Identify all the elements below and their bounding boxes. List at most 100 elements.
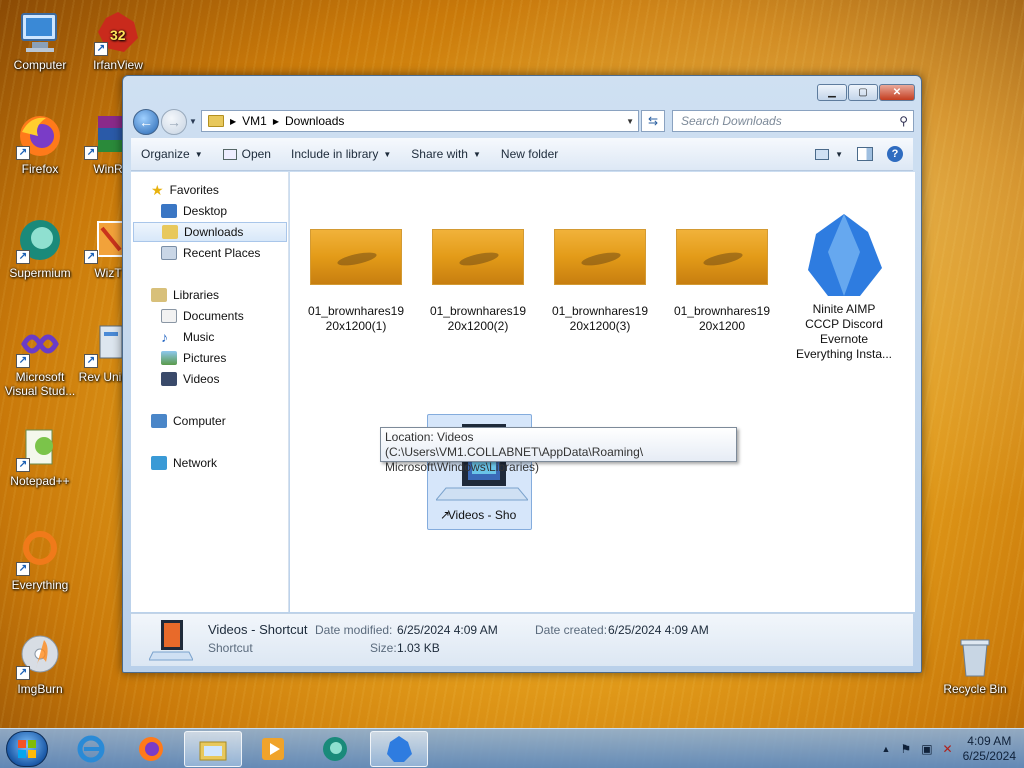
search-placeholder: Search Downloads <box>681 114 782 128</box>
file-item[interactable]: 01_brownhares19 20x1200(1) <box>304 214 408 334</box>
action-center-flag-icon[interactable]: ⚑ <box>900 742 911 756</box>
date-created-value: 6/25/2024 4:09 AM <box>608 623 709 637</box>
start-button[interactable] <box>6 731 48 767</box>
network-icon[interactable]: ▣ <box>921 742 932 756</box>
breadcrumb-vm1[interactable]: VM1 <box>242 114 267 128</box>
clock[interactable]: 4:09 AM 6/25/2024 <box>963 734 1016 764</box>
nav-music[interactable]: ♪ Music <box>161 327 214 347</box>
desktop-icon-imgburn[interactable]: ↗ ImgBurn <box>0 632 80 696</box>
desktop-icon-recycle-bin[interactable]: Recycle Bin <box>935 632 1015 696</box>
shortcut-arrow-icon: ↗ <box>84 354 98 368</box>
image-thumbnail <box>676 229 768 285</box>
taskbar-internet-explorer[interactable] <box>62 731 120 767</box>
navigation-bar: ← → ▼ ▶ VM1 ▶ Downloads ▼ ⇆ Search Downl… <box>131 107 914 135</box>
details-pane: Videos - Shortcut Shortcut Date modified… <box>131 613 913 666</box>
desktop-icon-computer[interactable]: Computer <box>0 8 80 72</box>
file-item[interactable]: 01_brownhares19 20x1200(2) <box>426 214 530 334</box>
image-thumbnail <box>554 229 646 285</box>
nav-videos[interactable]: Videos <box>161 369 219 389</box>
taskbar: ▲ ⚑ ▣ ✕ 4:09 AM 6/25/2024 <box>0 728 1024 768</box>
documents-icon <box>161 309 177 323</box>
breadcrumb-separator-icon[interactable]: ▶ <box>230 117 236 126</box>
window-controls: ▁ ▢ ✕ <box>817 84 915 101</box>
nav-desktop[interactable]: Desktop <box>161 201 227 221</box>
windows-logo-icon <box>18 740 36 758</box>
size-label: Size: <box>370 641 397 655</box>
show-hidden-icons-button[interactable]: ▲ <box>882 744 891 754</box>
shortcut-arrow-icon: ↗ <box>16 354 30 368</box>
file-item[interactable]: 01_brownhares19 20x1200 <box>670 214 774 334</box>
desktop-icon-firefox[interactable]: ↗ Firefox <box>0 112 80 176</box>
breadcrumb-separator-icon[interactable]: ▶ <box>273 117 279 126</box>
pictures-icon <box>161 351 177 365</box>
shortcut-arrow-icon: ↗ <box>84 250 98 264</box>
imgburn-icon: ↗ <box>16 632 64 680</box>
close-button[interactable]: ✕ <box>879 84 915 101</box>
view-dropdown-icon[interactable]: ▼ <box>835 150 843 159</box>
shortcut-arrow-icon: ↗ <box>16 562 30 576</box>
open-icon <box>222 148 237 160</box>
search-icon[interactable]: ⚲ <box>899 111 908 131</box>
date-modified-value: 6/25/2024 4:09 AM <box>397 623 498 637</box>
maximize-button[interactable]: ▢ <box>848 84 878 101</box>
nav-recent-places[interactable]: Recent Places <box>161 243 260 263</box>
refresh-button[interactable]: ⇆ <box>641 110 665 132</box>
nav-downloads[interactable]: Downloads <box>133 222 287 242</box>
recent-places-icon <box>161 246 177 260</box>
minimize-button[interactable]: ▁ <box>817 84 847 101</box>
taskbar-media-player[interactable] <box>244 731 302 767</box>
desktop-icon-supermium[interactable]: ↗ Supermium <box>0 216 80 280</box>
taskbar-windows-explorer[interactable] <box>184 731 242 767</box>
explorer-window[interactable]: ▁ ▢ ✕ ← → ▼ ▶ VM1 ▶ Downloads ▼ ⇆ Search… <box>122 75 922 673</box>
share-with-button[interactable]: Share with ▼ <box>401 147 491 161</box>
file-list[interactable]: 01_brownhares19 20x1200(1) 01_brownhares… <box>290 172 915 612</box>
open-button[interactable]: Open <box>213 147 281 161</box>
search-input[interactable]: Search Downloads ⚲ <box>672 110 914 132</box>
desktop-icon-everything[interactable]: ↗ Everything <box>0 528 80 592</box>
taskbar-firefox[interactable] <box>122 731 180 767</box>
nav-libraries[interactable]: Libraries <box>151 285 219 305</box>
preview-pane-icon[interactable] <box>857 147 873 161</box>
back-button[interactable]: ← <box>133 109 159 135</box>
change-view-icon[interactable] <box>815 148 830 160</box>
nav-pictures[interactable]: Pictures <box>161 348 226 368</box>
organize-button[interactable]: Organize ▼ <box>131 147 213 161</box>
taskbar-ninite[interactable] <box>370 731 428 767</box>
network-icon <box>151 456 167 470</box>
help-icon[interactable]: ? <box>887 146 903 162</box>
address-bar[interactable]: ▶ VM1 ▶ Downloads ▼ <box>201 110 639 132</box>
internet-explorer-icon <box>77 735 105 763</box>
details-file-name: Videos - Shortcut <box>208 622 308 637</box>
desktop-icon-irfanview[interactable]: 32 ↗ IrfanView <box>78 8 158 72</box>
desktop-icon-visual-studio[interactable]: ↗ Microsoft Visual Stud... <box>0 320 80 398</box>
taskbar-supermium[interactable] <box>306 731 364 767</box>
chevron-down-icon: ▼ <box>472 149 481 159</box>
navigation-pane: ★ Favorites Desktop Downloads Recent Plac… <box>131 172 289 612</box>
shortcut-arrow-icon: ↗ <box>16 666 30 680</box>
include-in-library-button[interactable]: Include in library ▼ <box>281 147 401 161</box>
recent-pages-arrow-icon[interactable]: ▼ <box>189 117 197 126</box>
folder-icon <box>208 115 224 127</box>
volume-muted-icon[interactable]: ✕ <box>943 742 953 756</box>
svg-text:32: 32 <box>110 27 126 43</box>
shortcut-arrow-icon: ↗ <box>16 458 30 472</box>
desktop-icon-notepadpp[interactable]: ↗ Notepad++ <box>0 424 80 488</box>
nav-favorites[interactable]: ★ Favorites <box>151 180 219 200</box>
breadcrumb-downloads[interactable]: Downloads <box>285 114 344 128</box>
computer-icon <box>151 414 167 428</box>
nav-computer[interactable]: Computer <box>151 411 226 431</box>
file-item[interactable]: 01_brownhares19 20x1200(3) <box>548 214 652 334</box>
file-item[interactable]: Ninite AIMP CCCP Discord Evernote Everyt… <box>792 182 896 362</box>
nav-network[interactable]: Network <box>151 453 217 473</box>
shortcut-arrow-icon: ↗ <box>16 146 30 160</box>
videos-shortcut-icon <box>148 618 194 662</box>
address-dropdown-icon[interactable]: ▼ <box>626 117 634 126</box>
everything-icon: ↗ <box>16 528 64 576</box>
visual-studio-icon: ↗ <box>16 320 64 368</box>
ninite-icon <box>387 736 412 762</box>
forward-button[interactable]: → <box>161 109 187 135</box>
libraries-icon <box>151 288 167 302</box>
new-folder-button[interactable]: New folder <box>491 147 568 161</box>
nav-documents[interactable]: Documents <box>161 306 244 326</box>
videos-icon <box>161 372 177 386</box>
